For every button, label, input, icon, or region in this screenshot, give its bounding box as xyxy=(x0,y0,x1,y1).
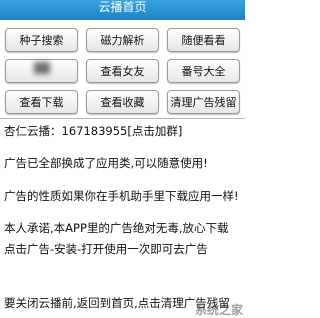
blurred-mark xyxy=(34,62,50,74)
title-bar: 云播首页 xyxy=(0,0,245,20)
magnet-parse-button[interactable]: 磁力解析 xyxy=(86,28,159,52)
divider xyxy=(0,118,245,119)
notice-line: 本人承诺,本APP里的广告绝对无毒,放心下载 xyxy=(4,221,229,235)
notice-line: 点击广告-安装-打开使用一次即可去广告 xyxy=(4,242,208,256)
random-watch-button[interactable]: 随便看看 xyxy=(167,28,240,52)
view-favorites-button[interactable]: 查看收藏 xyxy=(86,90,159,114)
page-title: 云播首页 xyxy=(98,0,147,14)
view-girlfriend-button[interactable]: 查看女友 xyxy=(86,59,159,83)
seed-search-button[interactable]: 种子搜索 xyxy=(5,28,78,52)
view-download-button[interactable]: 查看下载 xyxy=(5,90,78,114)
clear-ads-button[interactable]: 清理广告残留 xyxy=(167,90,240,114)
notice-line: 广告已全部换成了应用类,可以随意使用! xyxy=(4,156,208,170)
code-list-button[interactable]: 番号大全 xyxy=(167,59,240,83)
watermark: 系统之家 xyxy=(194,303,243,317)
notice-line: 广告的性质如果你在手机助手里下载应用一样! xyxy=(4,189,239,203)
qq-group-link[interactable]: 杏仁云播：167183955[点击加群] xyxy=(4,124,182,139)
